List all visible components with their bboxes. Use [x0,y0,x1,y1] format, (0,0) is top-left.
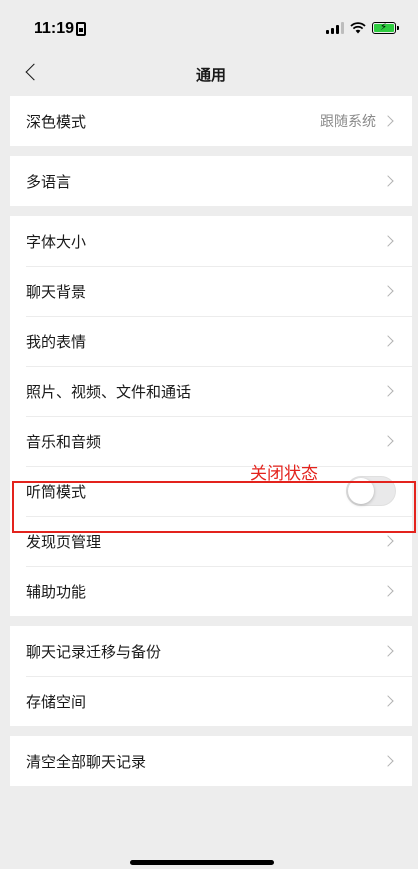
row-label: 多语言 [26,172,72,191]
settings-group-clear: 清空全部聊天记录 [10,736,412,786]
settings-row-media-calls[interactable]: 照片、视频、文件和通话 [10,366,412,416]
settings-row-stickers[interactable]: 我的表情 [10,316,412,366]
chevron-right-icon [382,175,394,187]
settings-row-chat-backup[interactable]: 聊天记录迁移与备份 [10,626,412,676]
settings-row-accessibility[interactable]: 辅助功能 [10,566,412,616]
settings-group-storage: 聊天记录迁移与备份 存储空间 [10,626,412,726]
row-label: 辅助功能 [26,582,87,601]
chevron-right-icon [382,755,394,767]
row-label: 发现页管理 [26,532,102,551]
signal-icon [326,22,344,34]
wifi-icon [350,22,366,34]
chevron-right-icon [382,285,394,297]
settings-row-chat-background[interactable]: 聊天背景 [10,266,412,316]
settings-row-storage[interactable]: 存储空间 [10,676,412,726]
settings-group-language: 多语言 [10,156,412,206]
settings-row-discover-management[interactable]: 发现页管理 [10,516,412,566]
navigation-bar: 通用 [10,52,412,96]
chevron-right-icon [382,385,394,397]
chevron-right-icon [382,335,394,347]
row-label: 我的表情 [26,332,87,351]
status-time: 11:19 [34,20,75,37]
page-title: 通用 [195,66,226,84]
row-value: 跟随系统 [320,114,376,130]
chevron-right-icon [382,235,394,247]
row-label: 照片、视频、文件和通话 [26,382,192,401]
chevron-right-icon [382,695,394,707]
status-icons: ⚡ [326,22,399,34]
settings-row-font-size[interactable]: 字体大小 [10,216,412,266]
row-label: 存储空间 [26,692,87,711]
settings-row-language[interactable]: 多语言 [10,156,412,206]
row-label: 清空全部聊天记录 [26,752,147,771]
settings-group-chat: 字体大小 聊天背景 我的表情 照片、视频、文件和通话 音乐和音频 听筒模式 发现… [10,216,412,616]
toggle-knob [348,478,374,504]
home-indicator[interactable] [130,860,274,865]
row-label: 聊天记录迁移与备份 [26,642,162,661]
battery-charging-icon: ⚡ [372,22,399,34]
settings-row-dark-mode[interactable]: 深色模式 跟随系统 [10,96,412,146]
chevron-right-icon [382,535,394,547]
settings-row-earpiece-mode: 听筒模式 [10,466,412,516]
settings-group-appearance: 深色模式 跟随系统 [10,96,412,146]
chevron-right-icon [382,585,394,597]
settings-row-music-audio[interactable]: 音乐和音频 [10,416,412,466]
chevron-right-icon [382,435,394,447]
chevron-right-icon [382,115,394,127]
row-label: 聊天背景 [26,282,87,301]
status-bar: 11:19 ⚡ [10,0,412,52]
chevron-right-icon [382,645,394,657]
sim-card-icon [76,22,86,36]
row-label: 音乐和音频 [26,432,102,451]
row-label: 字体大小 [26,232,87,251]
row-label: 深色模式 [26,112,87,131]
settings-row-clear-chats[interactable]: 清空全部聊天记录 [10,736,412,786]
annotation-label: 关闭状态 [250,464,318,484]
earpiece-mode-toggle[interactable] [346,476,396,506]
settings-screen: 11:19 ⚡ 通用 深色模式 跟随系统 多语言 字体大小 聊天背景 我的表情 … [10,0,416,869]
